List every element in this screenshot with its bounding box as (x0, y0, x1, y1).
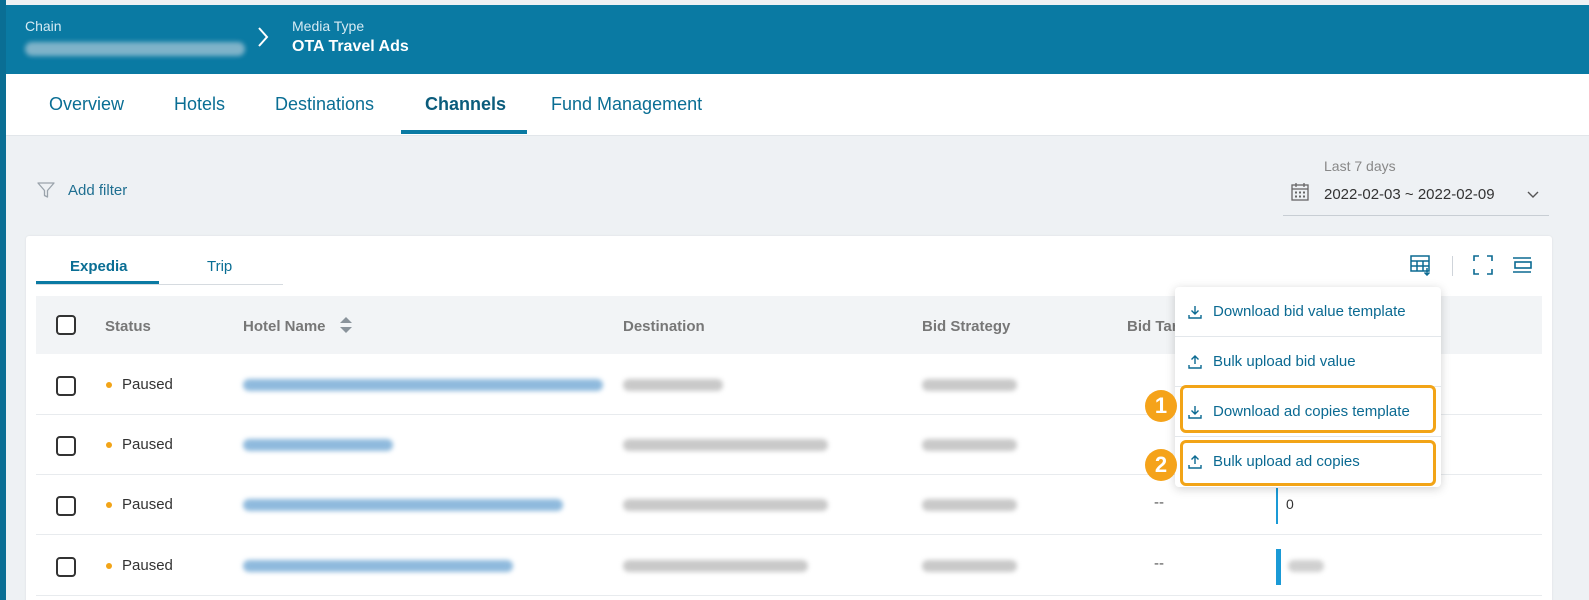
status-text: Paused (122, 376, 173, 393)
date-preset-label: Last 7 days (1324, 158, 1396, 174)
bid-strategy-text (922, 439, 1017, 451)
column-bid-target: Bid Tar (1127, 318, 1178, 335)
chain-label: Chain (25, 18, 62, 34)
tab-trip[interactable]: Trip (207, 258, 232, 275)
bid-value-bar (1276, 488, 1278, 524)
chevron-down-icon (1527, 188, 1539, 202)
row-checkbox[interactable] (56, 436, 76, 456)
toolbar-divider (1452, 256, 1453, 276)
tab-hotels[interactable]: Hotels (174, 94, 225, 115)
sort-icon[interactable] (339, 316, 353, 339)
active-tab-indicator (401, 130, 527, 134)
destination-text (623, 379, 723, 391)
status-dot (106, 442, 112, 448)
tab-destinations[interactable]: Destinations (275, 94, 374, 115)
tab-channels[interactable]: Channels (425, 94, 506, 115)
filter-icon (36, 180, 56, 200)
channel-tabs: Expedia Trip (36, 255, 283, 285)
bid-value-bar (1276, 549, 1281, 585)
status-dot (106, 563, 112, 569)
tab-overview[interactable]: Overview (49, 94, 124, 115)
menu-item-label: Bulk upload bid value (1213, 353, 1356, 370)
column-settings-icon[interactable] (1410, 254, 1434, 281)
date-range-value: 2022-02-03 ~ 2022-02-09 (1324, 186, 1495, 203)
tab-fund-management[interactable]: Fund Management (551, 94, 702, 115)
breadcrumb-chain[interactable]: Chain (25, 18, 245, 56)
column-bid-strategy: Bid Strategy (922, 318, 1011, 335)
bid-target-value: -- (1154, 555, 1164, 572)
status-text: Paused (122, 436, 173, 453)
date-range-picker: Last 7 days 2022-02-03 ~ 2022-02-09 (1283, 158, 1549, 216)
hotel-name-link[interactable] (243, 499, 563, 511)
menu-item-bulk-upload-bid[interactable]: Bulk upload bid value (1175, 337, 1441, 386)
column-destination: Destination (623, 318, 705, 335)
destination-text (623, 560, 808, 572)
bid-value-blurred (1288, 560, 1324, 572)
status-dot (106, 382, 112, 388)
main-tabs: Overview Hotels Destinations Channels Fu… (6, 74, 1589, 136)
bid-strategy-text (922, 560, 1017, 572)
top-header: Chain Media Type OTA Travel Ads (6, 5, 1589, 74)
menu-item-label: Download bid value template (1213, 303, 1406, 320)
upload-icon (1187, 354, 1203, 370)
fullscreen-icon[interactable] (1472, 254, 1494, 281)
chain-value-blurred (25, 42, 245, 56)
status-dot (106, 502, 112, 508)
bid-strategy-text (922, 379, 1017, 391)
row-checkbox[interactable] (56, 557, 76, 577)
bid-target-value: -- (1154, 494, 1164, 511)
destination-text (623, 499, 828, 511)
hotel-name-link[interactable] (243, 560, 513, 572)
step-2-badge: 2 (1145, 449, 1177, 481)
bid-value: 0 (1286, 496, 1294, 512)
destination-text (623, 439, 828, 451)
media-type-label: Media Type (292, 18, 365, 34)
row-checkbox[interactable] (56, 496, 76, 516)
add-filter-button[interactable]: Add filter (36, 180, 127, 200)
step-1-badge: 1 (1145, 390, 1177, 422)
active-channel-indicator (36, 281, 159, 284)
menu-item-download-bid-template[interactable]: Download bid value template (1175, 287, 1441, 336)
hotel-name-link[interactable] (243, 379, 603, 391)
status-text: Paused (122, 557, 173, 574)
date-range-select[interactable]: 2022-02-03 ~ 2022-02-09 (1283, 182, 1549, 216)
table-row: Paused -- (36, 536, 1542, 596)
chevron-right-icon (256, 25, 270, 56)
download-icon (1187, 304, 1203, 320)
upload-download-menu-icon[interactable] (1510, 254, 1534, 281)
hotel-name-link[interactable] (243, 439, 393, 451)
column-status: Status (105, 318, 151, 335)
status-text: Paused (122, 496, 173, 513)
breadcrumb-media-type[interactable]: Media Type OTA Travel Ads (292, 18, 409, 56)
step-1-highlight (1180, 385, 1436, 433)
tab-expedia[interactable]: Expedia (70, 258, 128, 275)
select-all-checkbox[interactable] (56, 315, 76, 335)
column-hotel-name[interactable]: Hotel Name (243, 318, 326, 335)
row-checkbox[interactable] (56, 376, 76, 396)
calendar-icon (1290, 182, 1310, 207)
media-type-value: OTA Travel Ads (292, 38, 409, 55)
bid-strategy-text (922, 499, 1017, 511)
add-filter-label: Add filter (68, 181, 128, 199)
step-2-highlight (1180, 440, 1436, 486)
